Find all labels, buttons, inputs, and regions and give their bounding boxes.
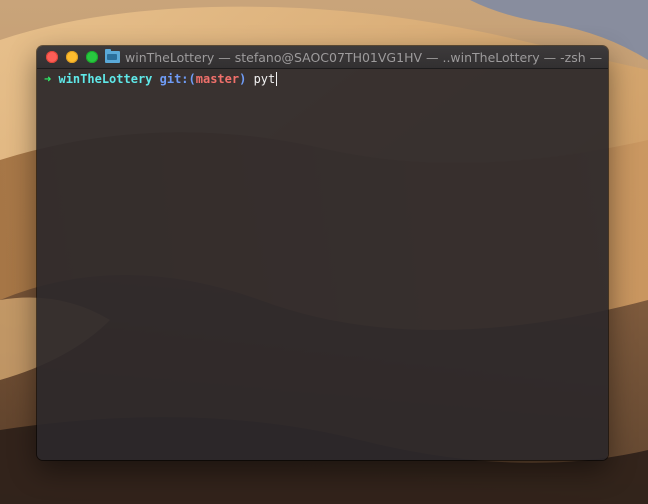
close-window-button[interactable] bbox=[46, 51, 58, 63]
prompt-line: ➜ winTheLottery git:(master) pyt bbox=[44, 71, 608, 87]
git-branch: master bbox=[195, 72, 240, 86]
minimize-window-button[interactable] bbox=[66, 51, 78, 63]
window-title: winTheLottery — stefano@SAOC07TH01VG1HV … bbox=[105, 49, 602, 65]
terminal-content[interactable]: ➜ winTheLottery git:(master) pyt bbox=[37, 69, 608, 460]
git-prefix: git:( bbox=[159, 72, 196, 86]
title-bar[interactable]: winTheLottery — stefano@SAOC07TH01VG1HV … bbox=[37, 46, 608, 69]
prompt-arrow-icon: ➜ bbox=[44, 72, 52, 86]
window-title-text: winTheLottery — stefano@SAOC07TH01VG1HV … bbox=[125, 49, 602, 65]
terminal-window[interactable]: winTheLottery — stefano@SAOC07TH01VG1HV … bbox=[37, 46, 608, 460]
text-cursor bbox=[276, 72, 278, 86]
command-input[interactable]: pyt bbox=[254, 71, 276, 87]
zoom-window-button[interactable] bbox=[86, 51, 98, 63]
current-directory: winTheLottery bbox=[58, 72, 153, 86]
folder-icon bbox=[105, 49, 120, 63]
git-suffix: ) bbox=[239, 72, 247, 86]
